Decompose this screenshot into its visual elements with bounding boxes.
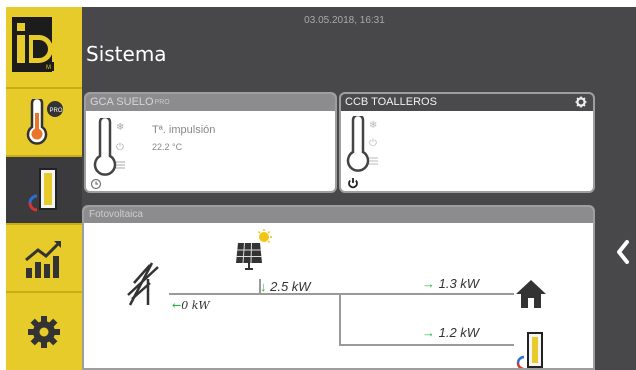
logo: M xyxy=(6,7,82,87)
house-power-value: 1.3 kW xyxy=(438,276,480,291)
card-title: CCB TOALLEROS xyxy=(345,96,437,108)
svg-text:M: M xyxy=(46,65,51,71)
sidebar-item-towel-heaters[interactable] xyxy=(6,157,82,223)
card-header: CCB TOALLEROS xyxy=(341,94,593,111)
zone-card-gca-suelo[interactable]: GCA SUELOPRO ❄ ⏻ Tª. impulsión 22.2 °C xyxy=(84,92,337,193)
pro-badge: PRO xyxy=(154,99,170,106)
door-heat-icon xyxy=(28,168,57,212)
thermometer-icon: ❄ ⏻ xyxy=(93,118,125,176)
svg-text:⏻: ⏻ xyxy=(369,138,377,149)
chart-bars-icon xyxy=(25,240,62,278)
solar-power-value: 2.5 kW xyxy=(270,279,311,294)
arrow-right-icon: → xyxy=(422,276,435,291)
svg-text:PRO: PRO xyxy=(50,108,63,114)
svg-text:⏻: ⏻ xyxy=(116,142,124,153)
svg-text:❄: ❄ xyxy=(116,122,124,133)
card-header: GCA SUELOPRO xyxy=(86,94,335,111)
arrow-down-icon: ↓ xyxy=(260,279,267,294)
gear-icon xyxy=(28,316,60,348)
towel-power-reading: → 1.2 kW xyxy=(422,325,479,340)
svg-text:❄: ❄ xyxy=(369,120,377,131)
photovoltaic-panel[interactable]: Fotovoltaica ↓ 2.5 kW ←0 kW → 1.3 kW → 1… xyxy=(82,205,595,370)
door-heat-icon xyxy=(516,332,543,368)
card-settings-gear-icon[interactable] xyxy=(575,96,587,108)
grid-power-value: 0 kW xyxy=(181,299,210,312)
zone-card-ccb-toalleros[interactable]: CCB TOALLEROS ❄ ⏻ xyxy=(339,92,595,193)
card-title: GCA SUELO xyxy=(90,96,154,108)
sidebar-item-statistics[interactable] xyxy=(6,225,82,291)
clock-icon xyxy=(90,178,102,190)
towel-power-value: 1.2 kW xyxy=(438,325,480,340)
sidebar-item-settings[interactable] xyxy=(6,299,82,365)
sidebar-item-climate[interactable]: PRO xyxy=(6,89,82,155)
right-bar xyxy=(607,7,636,370)
datetime: 03.05.2018, 16:31 xyxy=(304,15,385,26)
thermometer-icon: ❄ ⏻ xyxy=(346,116,378,172)
arrow-right-icon: → xyxy=(422,325,435,340)
power-icon[interactable] xyxy=(347,177,359,189)
power-grid-icon xyxy=(127,262,159,306)
arrow-left-icon: ← xyxy=(172,299,182,312)
sensor-label: Tª. impulsión xyxy=(152,124,216,136)
panel-title: Fotovoltaica xyxy=(84,207,593,223)
sensor-value: 22.2 °C xyxy=(152,142,183,152)
sidebar: M PRO xyxy=(6,7,82,370)
flow-line xyxy=(339,293,341,345)
chevron-left-icon[interactable] xyxy=(615,239,631,265)
flow-line xyxy=(169,293,514,295)
page-title: Sistema xyxy=(86,42,167,66)
solar-power-reading: ↓ 2.5 kW xyxy=(260,279,311,294)
grid-power-reading: ←0 kW xyxy=(172,299,210,312)
house-power-reading: → 1.3 kW xyxy=(422,276,479,291)
solar-panel-icon xyxy=(236,229,272,270)
house-icon xyxy=(516,280,546,308)
flow-line xyxy=(339,344,514,346)
thermometer-pro-icon: PRO xyxy=(26,99,63,145)
sidebar-divider xyxy=(6,291,82,293)
